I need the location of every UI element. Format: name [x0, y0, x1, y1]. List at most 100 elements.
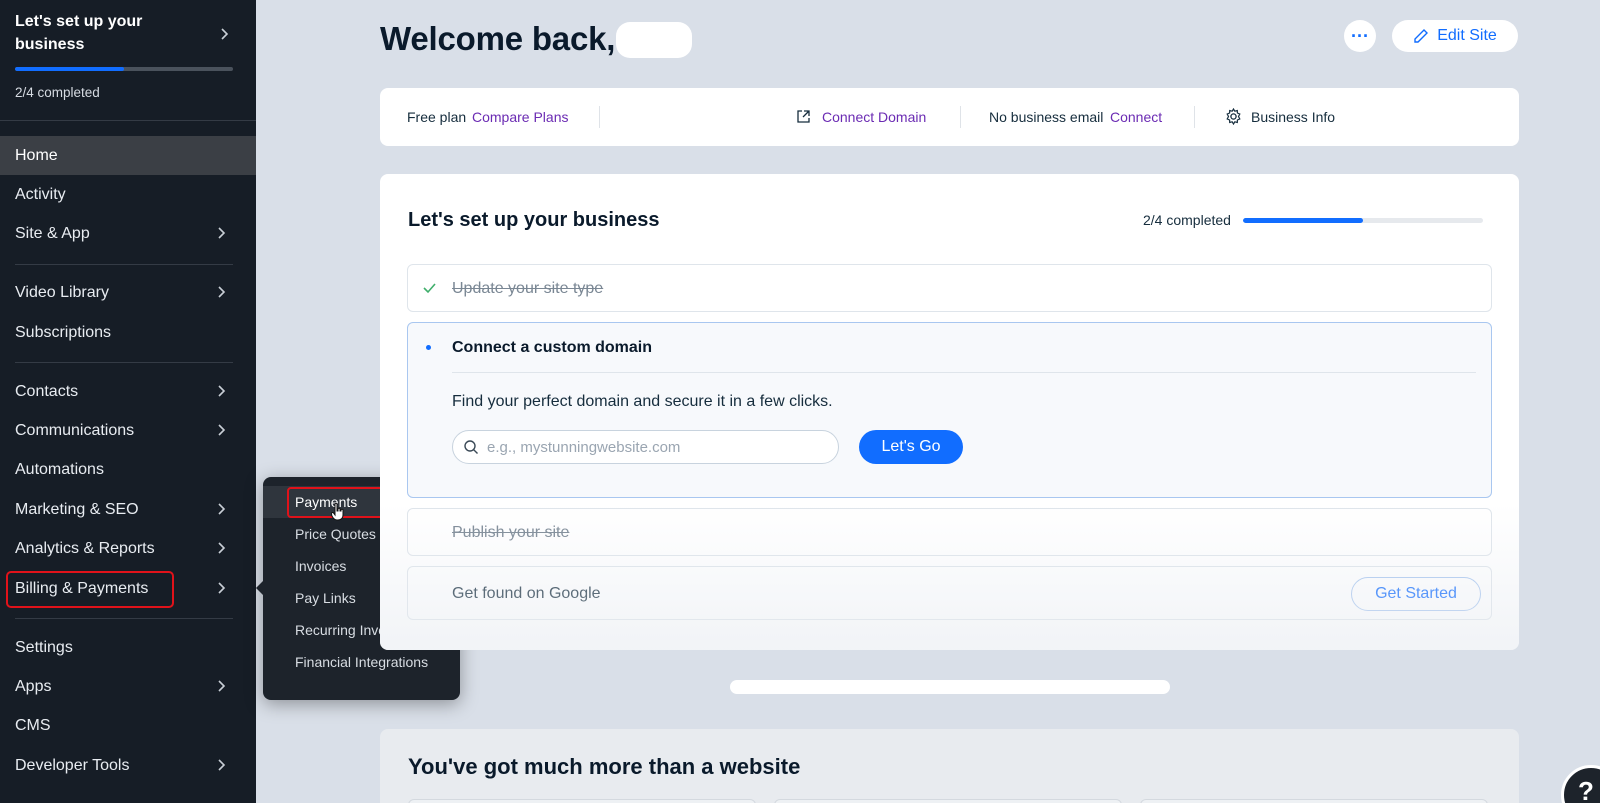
site-info-bar: Free plan Compare Plans Connect Domain N… — [380, 88, 1519, 146]
edit-site-label: Edit Site — [1437, 27, 1497, 44]
chevron-right-icon — [216, 582, 226, 594]
sidebar-setup-count: 2/4 completed — [15, 85, 100, 100]
sidebar-item-label: Apps — [15, 677, 52, 695]
setup-card-progress-bar — [1243, 218, 1483, 223]
sidebar-item-label: Developer Tools — [15, 756, 130, 774]
sidebar-item-video-library[interactable]: Video Library — [0, 273, 256, 312]
submenu-item-label: Price Quotes — [295, 526, 376, 542]
setup-card-title: Let's set up your business — [408, 209, 660, 231]
compare-plans-link[interactable]: Compare Plans — [472, 109, 569, 125]
chevron-right-icon — [216, 680, 226, 692]
sidebar-item-communications[interactable]: Communications — [0, 411, 256, 450]
step-label: Update your site type — [452, 280, 604, 297]
sidebar-item-developer-tools[interactable]: Developer Tools — [0, 746, 256, 785]
submenu-pointer — [256, 581, 263, 595]
sidebar-divider — [15, 618, 233, 619]
help-button[interactable]: ? — [1561, 765, 1600, 803]
lets-go-label: Let's Go — [881, 438, 941, 455]
sidebar-item-contacts[interactable]: Contacts — [0, 372, 256, 411]
sidebar-item-label: Marketing & SEO — [15, 500, 139, 518]
sidebar-item-label: CMS — [15, 716, 51, 734]
plan-label: Free plan — [407, 109, 467, 125]
get-started-button[interactable]: Get Started — [1351, 577, 1481, 611]
chevron-right-icon — [216, 503, 226, 515]
sidebar-item-site-app[interactable]: Site & App — [0, 214, 256, 253]
current-step-dot-icon — [426, 345, 431, 350]
page-title: Welcome back, — [380, 20, 616, 57]
sidebar-item-label: Automations — [15, 460, 104, 478]
info-separator — [960, 106, 961, 128]
external-link-icon — [797, 110, 810, 123]
sidebar-item-automations[interactable]: Automations — [0, 450, 256, 489]
business-info-link[interactable]: Business Info — [1251, 109, 1335, 125]
redacted-text — [730, 680, 1170, 694]
sidebar-setup-widget[interactable]: Let's set up your business 2/4 completed — [15, 10, 233, 100]
domain-search-input[interactable] — [487, 431, 827, 463]
chevron-right-icon — [216, 227, 226, 239]
sidebar-item-label: Site & App — [15, 224, 90, 242]
setup-card-count: 2/4 completed — [1143, 212, 1231, 228]
sidebar-divider — [0, 120, 256, 121]
step-separator — [452, 372, 1476, 373]
sidebar-item-analytics-reports[interactable]: Analytics & Reports — [0, 529, 256, 568]
feature-tile[interactable] — [774, 799, 1122, 803]
sidebar: Let's set up your business 2/4 completed… — [0, 0, 256, 803]
sidebar-setup-title: Let's set up your business — [15, 13, 143, 53]
feature-tile[interactable] — [408, 799, 756, 803]
sidebar-item-label: Contacts — [15, 382, 79, 400]
chevron-right-icon — [216, 385, 226, 397]
sidebar-item-cms[interactable]: CMS — [0, 706, 256, 745]
domain-search-field[interactable] — [452, 430, 839, 464]
redacted-name — [616, 22, 692, 58]
chevron-right-icon — [216, 542, 226, 554]
sidebar-divider — [15, 362, 233, 363]
sidebar-item-subscriptions[interactable]: Subscriptions — [0, 313, 256, 352]
step-update-site-type[interactable]: Update your site type — [407, 264, 1492, 312]
step-label: Publish your site — [452, 524, 570, 541]
step-publish-site[interactable]: Publish your site — [407, 508, 1492, 556]
info-separator — [1194, 106, 1195, 128]
setup-card-progress-fill — [1243, 218, 1363, 223]
step-title: Connect a custom domain — [452, 339, 653, 356]
sidebar-item-settings[interactable]: Settings — [0, 628, 256, 667]
step-description: Find your perfect domain and secure it i… — [452, 393, 833, 410]
connect-email-link[interactable]: Connect — [1110, 109, 1162, 125]
connect-domain-link[interactable]: Connect Domain — [822, 109, 926, 125]
submenu-item-label: Financial Integrations — [295, 654, 429, 670]
lets-go-button[interactable]: Let's Go — [859, 430, 963, 464]
sidebar-item-apps[interactable]: Apps — [0, 667, 256, 706]
edit-site-button[interactable]: Edit Site — [1392, 20, 1518, 52]
sidebar-divider — [15, 264, 233, 265]
get-started-label: Get Started — [1375, 585, 1457, 602]
submenu-item-label: Invoices — [295, 558, 347, 574]
checkmark-icon — [423, 283, 436, 294]
sidebar-item-activity[interactable]: Activity — [0, 175, 256, 214]
step-get-found-on-google[interactable]: Get found on Google Get Started — [407, 566, 1492, 620]
sidebar-item-marketing-seo[interactable]: Marketing & SEO — [0, 490, 256, 529]
more-than-website-section: You've got much more than a website — [380, 729, 1519, 803]
pencil-icon — [1414, 29, 1429, 43]
redacted-url — [620, 112, 690, 122]
chevron-right-icon — [216, 759, 226, 771]
help-question-icon: ? — [1578, 776, 1594, 803]
info-separator — [599, 106, 600, 128]
sidebar-setup-progress-bar — [15, 67, 233, 71]
more-actions-label: ··· — [1351, 25, 1369, 46]
hand-cursor-icon — [331, 503, 344, 521]
section-title: You've got much more than a website — [408, 754, 801, 779]
search-icon — [464, 440, 478, 454]
step-label: Get found on Google — [452, 585, 601, 602]
sidebar-item-label: Analytics & Reports — [15, 539, 155, 557]
billing-highlight-annotation — [6, 571, 174, 608]
more-actions-button[interactable]: ··· — [1344, 20, 1376, 52]
chevron-right-icon — [216, 286, 226, 298]
chevron-right-icon — [216, 424, 226, 436]
sidebar-item-label: Communications — [15, 421, 135, 439]
sidebar-item-home[interactable]: Home — [0, 136, 256, 175]
sidebar-item-label: Settings — [15, 638, 73, 656]
sidebar-setup-progress-fill — [15, 67, 124, 71]
submenu-item-financial-integrations[interactable]: Financial Integrations — [263, 646, 460, 678]
sidebar-item-label: Activity — [15, 185, 66, 203]
feature-tile[interactable] — [1140, 799, 1488, 803]
no-business-email-label: No business email — [989, 109, 1104, 125]
